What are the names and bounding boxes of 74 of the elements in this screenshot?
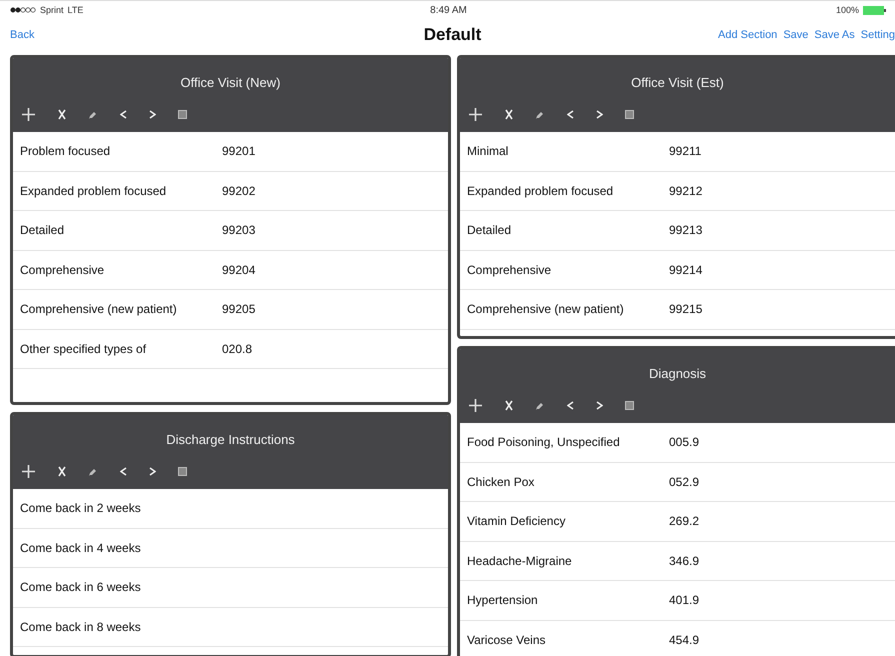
- item-code[interactable]: 99203: [222, 223, 256, 238]
- nav-action[interactable]: Save: [783, 29, 808, 41]
- item-label[interactable]: Come back in 4 weeks: [20, 540, 222, 555]
- item-label[interactable]: Varicose Veins: [467, 632, 669, 647]
- right-chevron-icon[interactable]: [596, 401, 603, 410]
- item-label[interactable]: Comprehensive: [467, 262, 669, 277]
- item-code[interactable]: 99212: [669, 184, 702, 198]
- delete-icon[interactable]: [58, 466, 66, 477]
- left-chevron-icon[interactable]: [120, 110, 127, 119]
- carrier-name: Sprint: [40, 5, 64, 15]
- signal-icon: [10, 7, 36, 13]
- item-code[interactable]: 99201: [222, 144, 256, 158]
- section-title: Diagnosis: [648, 366, 706, 381]
- item-label[interactable]: Vitamin Deficiency: [467, 514, 669, 528]
- section-title: Office Visit (Est): [631, 75, 724, 90]
- nav-action[interactable]: Add Section: [718, 29, 778, 41]
- delete-icon[interactable]: [505, 109, 513, 120]
- page-title: Default: [424, 25, 482, 45]
- item-code[interactable]: 005.9: [669, 435, 700, 450]
- delete-icon[interactable]: [58, 109, 66, 120]
- add-icon[interactable]: [468, 398, 483, 413]
- left-chevron-icon[interactable]: [120, 467, 127, 476]
- pencil-icon[interactable]: [88, 466, 98, 476]
- item-code[interactable]: 99204: [222, 262, 256, 277]
- item-code[interactable]: 99213: [669, 223, 702, 238]
- item-label[interactable]: Comprehensive (new patient): [467, 302, 669, 316]
- item-label[interactable]: Problem focused: [20, 144, 222, 158]
- item-label[interactable]: Other specified types of: [20, 342, 222, 356]
- item-code[interactable]: 99215: [669, 302, 702, 316]
- item-label[interactable]: Come back in 6 weeks: [20, 580, 222, 594]
- pencil-icon[interactable]: [535, 400, 545, 410]
- right-chevron-icon[interactable]: [149, 110, 156, 119]
- item-label[interactable]: Food Poisoning, Unspecified: [467, 435, 669, 450]
- item-code[interactable]: 99205: [222, 302, 256, 316]
- left-chevron-icon[interactable]: [567, 110, 574, 119]
- item-label[interactable]: Come back in 2 weeks: [20, 501, 222, 516]
- back-button[interactable]: Back: [10, 29, 34, 41]
- item-code[interactable]: 020.8: [222, 342, 252, 356]
- item-code[interactable]: 346.9: [669, 554, 700, 568]
- item-label[interactable]: Chicken Pox: [467, 474, 669, 489]
- item-label[interactable]: Expanded problem focused: [20, 184, 222, 198]
- status-time: 8:49 AM: [430, 4, 467, 16]
- nav-action[interactable]: Save As: [814, 29, 855, 41]
- pencil-icon[interactable]: [88, 110, 98, 120]
- delete-icon[interactable]: [505, 400, 513, 411]
- item-label[interactable]: Comprehensive: [20, 262, 222, 277]
- item-code[interactable]: 269.2: [669, 514, 700, 528]
- right-chevron-icon[interactable]: [149, 467, 156, 476]
- item-code[interactable]: 99211: [669, 144, 702, 158]
- item-label[interactable]: Comprehensive (new patient): [20, 302, 222, 316]
- battery-percent: 100%: [836, 5, 859, 15]
- item-label[interactable]: Minimal: [467, 144, 669, 158]
- item-code[interactable]: 454.9: [669, 632, 700, 647]
- item-code[interactable]: 99214: [669, 262, 702, 277]
- item-label[interactable]: Expanded problem focused: [467, 184, 669, 198]
- item-label[interactable]: Headache-Migraine: [467, 554, 669, 568]
- section-title: Office Visit (New): [180, 75, 280, 90]
- item-label[interactable]: Detailed: [20, 223, 222, 238]
- add-icon[interactable]: [468, 107, 483, 122]
- item-label[interactable]: Hypertension: [467, 593, 669, 608]
- pencil-icon[interactable]: [535, 110, 545, 120]
- item-label[interactable]: Detailed: [467, 223, 669, 238]
- add-icon[interactable]: [21, 464, 36, 479]
- battery-icon: [862, 6, 887, 14]
- add-icon[interactable]: [21, 107, 36, 122]
- item-code[interactable]: 401.9: [669, 593, 700, 608]
- item-code[interactable]: 99202: [222, 184, 256, 198]
- section-title: Discharge Instructions: [166, 432, 295, 447]
- network-type: LTE: [68, 5, 84, 15]
- item-label[interactable]: Come back in 8 weeks: [20, 620, 222, 634]
- right-chevron-icon[interactable]: [596, 110, 603, 119]
- nav-action[interactable]: Setting: [860, 29, 895, 41]
- item-code[interactable]: 052.9: [669, 474, 700, 489]
- left-chevron-icon[interactable]: [567, 401, 574, 410]
